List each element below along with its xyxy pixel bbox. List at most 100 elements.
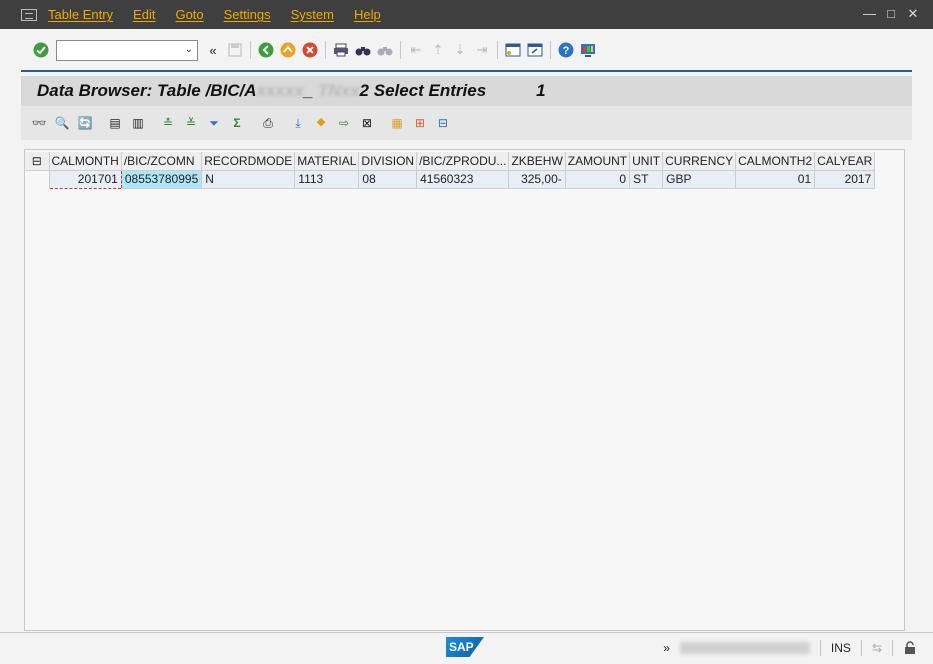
entry-count: 1 [536, 81, 546, 100]
choose-layout-icon[interactable]: ▦ [387, 113, 407, 133]
toolbar-separator [400, 41, 401, 59]
refresh-icon[interactable]: 🔄 [75, 113, 95, 133]
details-icon[interactable]: 👓 [29, 113, 49, 133]
maximize-icon[interactable]: □ [885, 7, 897, 21]
column-header[interactable]: /BIC/ZPRODU... [416, 152, 510, 171]
enter-button[interactable] [30, 39, 52, 61]
total-icon[interactable]: Σ [227, 113, 247, 133]
first-page-icon[interactable]: ⇤ [405, 39, 427, 61]
menu-edit[interactable]: Edit [133, 7, 155, 22]
standard-toolbar: ⌄ « ⇤ ⇡ ⇣ ⇥ ? [0, 29, 933, 71]
status-separator [860, 640, 862, 656]
last-page-icon[interactable]: ⇥ [471, 39, 493, 61]
minimize-icon[interactable]: — [863, 7, 876, 21]
command-field[interactable]: ⌄ [56, 39, 198, 61]
check-table-icon[interactable]: 🔍 [52, 113, 72, 133]
table-cell[interactable]: 41560323 [416, 170, 510, 189]
table-cell[interactable]: 1113 [294, 170, 360, 189]
filter-icon[interactable]: ⏷ [204, 113, 224, 133]
menu-goto[interactable]: Goto [175, 7, 203, 22]
column-header[interactable]: CURRENCY [662, 152, 737, 171]
input-mode[interactable]: INS [831, 641, 851, 655]
column-header[interactable]: DIVISION [358, 152, 418, 171]
change-layout-icon[interactable]: ⊞ [410, 113, 430, 133]
deselect-all-icon[interactable]: ▥ [128, 113, 148, 133]
expand-status-button[interactable]: » [663, 641, 670, 655]
column-header[interactable]: RECORDMODE [201, 152, 296, 171]
column-header[interactable]: ZKBEHW [508, 152, 566, 171]
column-header[interactable]: ZAMOUNT [565, 152, 631, 171]
table-cell[interactable]: 08553780995 [121, 170, 203, 189]
back-button[interactable] [255, 39, 277, 61]
table-cell[interactable]: 08 [358, 170, 418, 189]
table-cell[interactable]: ST [629, 170, 664, 189]
lock-icon[interactable] [903, 641, 917, 655]
find-button[interactable] [352, 39, 374, 61]
status-separator [892, 640, 893, 656]
table-cell[interactable]: 2017 [814, 170, 876, 189]
next-page-icon[interactable]: ⇣ [449, 39, 471, 61]
back-icon [258, 42, 274, 58]
table-cell[interactable]: N [201, 170, 296, 189]
table-cell[interactable]: GBP [662, 170, 737, 189]
new-session-button[interactable] [502, 39, 524, 61]
toolbar-separator [325, 41, 326, 59]
data-grid: ⊟ CALMONTH /BIC/ZCOMN RECORDMODE MATERIA… [25, 152, 876, 189]
grid-settings-icon[interactable]: ⊟ [25, 152, 50, 171]
select-all-icon[interactable]: ▤ [105, 113, 125, 133]
print-preview-icon[interactable]: ⎙ [258, 113, 278, 133]
find-next-button[interactable] [374, 39, 396, 61]
column-header[interactable]: CALMONTH [49, 152, 122, 171]
column-header[interactable]: CALYEAR [814, 152, 876, 171]
new-session-icon [505, 43, 521, 57]
cancel-button[interactable] [299, 39, 321, 61]
shortcut-button[interactable] [524, 39, 546, 61]
exit-button[interactable] [277, 39, 299, 61]
menu-system[interactable]: System [291, 7, 334, 22]
abc-analysis-icon[interactable]: ⯁ [311, 113, 331, 133]
table-row[interactable]: 201701 08553780995 N 1113 08 41560323 32… [25, 169, 876, 189]
header-divider [21, 70, 912, 72]
menu-table-entry[interactable]: Table Entry [48, 7, 113, 22]
row-selector[interactable] [25, 170, 50, 188]
graphic-icon[interactable]: ⇨ [334, 113, 354, 133]
menu-bar: Table Entry Edit Goto Settings System He… [0, 0, 933, 29]
column-header[interactable]: CALMONTH2 [735, 152, 816, 171]
exit-icon [280, 42, 296, 58]
binoculars-icon [355, 47, 371, 56]
print-icon [334, 43, 348, 57]
toolbar-separator [497, 41, 498, 59]
close-icon[interactable]: ✕ [907, 7, 919, 21]
table-cell[interactable]: 0 [565, 170, 631, 189]
sort-ascending-icon[interactable]: ≛ [158, 113, 178, 133]
alv-toolbar: 👓 🔍 🔄 ▤ ▥ ≛ ≚ ⏷ Σ ⎙ ⤓ ⯁ ⇨ ⊠ ▦ ⊞ ⊟ [21, 106, 912, 140]
column-header[interactable]: MATERIAL [294, 152, 360, 171]
toolbar-separator [550, 41, 551, 59]
column-header[interactable]: UNIT [629, 152, 664, 171]
status-bar: SAP » INS ⇆ [0, 632, 933, 664]
check-icon [33, 42, 49, 58]
table-cell[interactable]: 325,00- [508, 170, 566, 189]
help-button[interactable]: ? [555, 39, 577, 61]
system-menu-icon[interactable] [21, 8, 37, 21]
sap-logo: SAP [446, 637, 484, 657]
column-header[interactable]: /BIC/ZCOMN [121, 152, 203, 171]
table-cell[interactable]: 201701 [48, 169, 122, 189]
export-icon[interactable]: ⤓ [288, 113, 308, 133]
table-cell[interactable]: 01 [735, 170, 816, 189]
sort-descending-icon[interactable]: ≚ [181, 113, 201, 133]
previous-page-icon[interactable]: ⇡ [427, 39, 449, 61]
print-button[interactable] [330, 39, 352, 61]
menu-settings[interactable]: Settings [224, 7, 271, 22]
save-layout-icon[interactable]: ⊟ [433, 113, 453, 133]
collapse-command-button[interactable]: « [202, 39, 224, 61]
toolbar-separator [250, 41, 251, 59]
word-processing-icon[interactable]: ⊠ [357, 113, 377, 133]
chevron-down-icon[interactable]: ⌄ [185, 44, 193, 55]
save-icon[interactable] [224, 39, 246, 61]
menu-help[interactable]: Help [354, 7, 381, 22]
help-icon: ? [558, 42, 574, 58]
data-grid-area: ⊟ CALMONTH /BIC/ZCOMN RECORDMODE MATERIA… [24, 149, 905, 631]
customize-layout-button[interactable] [577, 39, 599, 61]
status-separator [819, 640, 821, 656]
